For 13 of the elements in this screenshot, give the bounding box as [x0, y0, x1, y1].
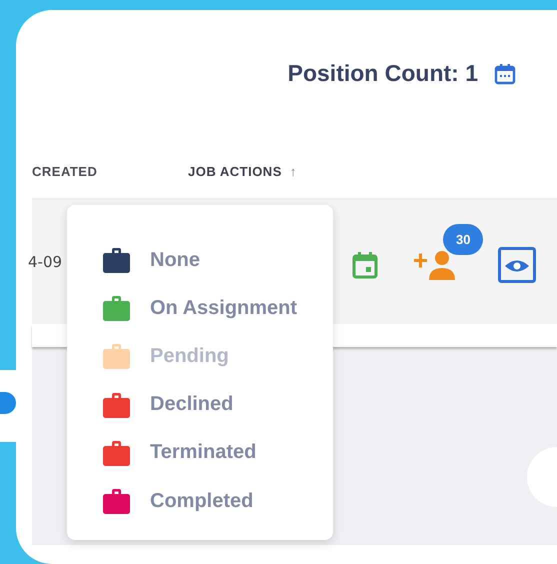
view-icon[interactable] — [498, 247, 536, 283]
calendar-icon[interactable] — [494, 62, 516, 84]
column-header[interactable]: CREATED — [32, 164, 188, 179]
count-badge: 30 — [443, 224, 484, 254]
menu-item[interactable]: Declined — [67, 380, 333, 429]
date-cell-text: 4-09 — [28, 253, 64, 271]
menu-item[interactable]: None — [67, 236, 333, 284]
calendar-icon[interactable] — [352, 251, 378, 279]
column-header[interactable]: JOB ACTIONS ↑ — [188, 164, 297, 179]
menu-item[interactable]: Terminated — [67, 428, 333, 477]
menu-item[interactable]: On Assignment — [67, 284, 333, 332]
menu-item[interactable]: Completed — [67, 476, 333, 526]
position-count: Position Count: 1 — [288, 60, 478, 87]
